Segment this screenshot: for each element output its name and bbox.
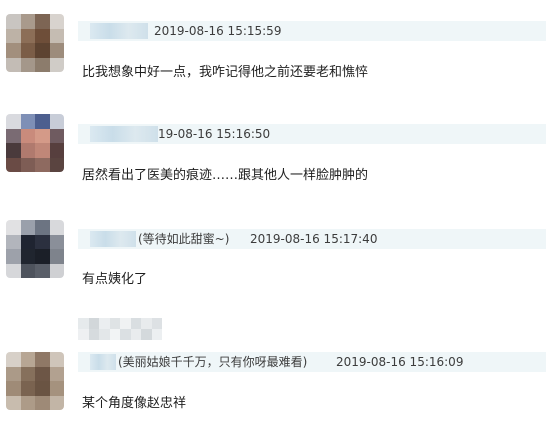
- comment-meta-bar: 19-08-16 15:16:50: [78, 124, 546, 144]
- comment-timestamp: 2019-08-16 15:17:40: [250, 232, 378, 246]
- comment-timestamp: 19-08-16 15:16:50: [158, 127, 271, 141]
- comment-timestamp: 2019-08-16 15:16:09: [336, 355, 464, 369]
- username-blurred[interactable]: [90, 23, 148, 39]
- avatar[interactable]: [6, 352, 64, 410]
- avatar[interactable]: [6, 220, 64, 278]
- comment-text: 有点姨化了: [82, 272, 148, 287]
- comment-meta-bar: (等待如此甜蜜~) 2019-08-16 15:17:40: [78, 229, 546, 249]
- username-suffix[interactable]: (美丽姑娘千千万，只有你呀最难看): [118, 353, 307, 371]
- username-suffix[interactable]: (等待如此甜蜜~): [138, 230, 229, 248]
- comment-timestamp: 2019-08-16 15:15:59: [154, 24, 282, 38]
- comment-text: 比我想象中好一点，我咋记得他之前还要老和憔悴: [82, 65, 369, 80]
- avatar[interactable]: [6, 14, 64, 72]
- username-blurred[interactable]: [90, 231, 136, 247]
- comment-meta-bar: 2019-08-16 15:15:59: [78, 21, 546, 41]
- comment-text: 居然看出了医美的痕迹……跟其他人一样脸肿肿的: [82, 168, 369, 183]
- comment-meta-bar: (美丽姑娘千千万，只有你呀最难看) 2019-08-16 15:16:09: [78, 352, 546, 372]
- username-blurred[interactable]: [90, 354, 116, 370]
- comment-text: 某个角度像赵忠祥: [82, 396, 187, 411]
- username-blurred[interactable]: [90, 126, 158, 142]
- blurred-reply: [78, 318, 162, 340]
- avatar[interactable]: [6, 114, 64, 172]
